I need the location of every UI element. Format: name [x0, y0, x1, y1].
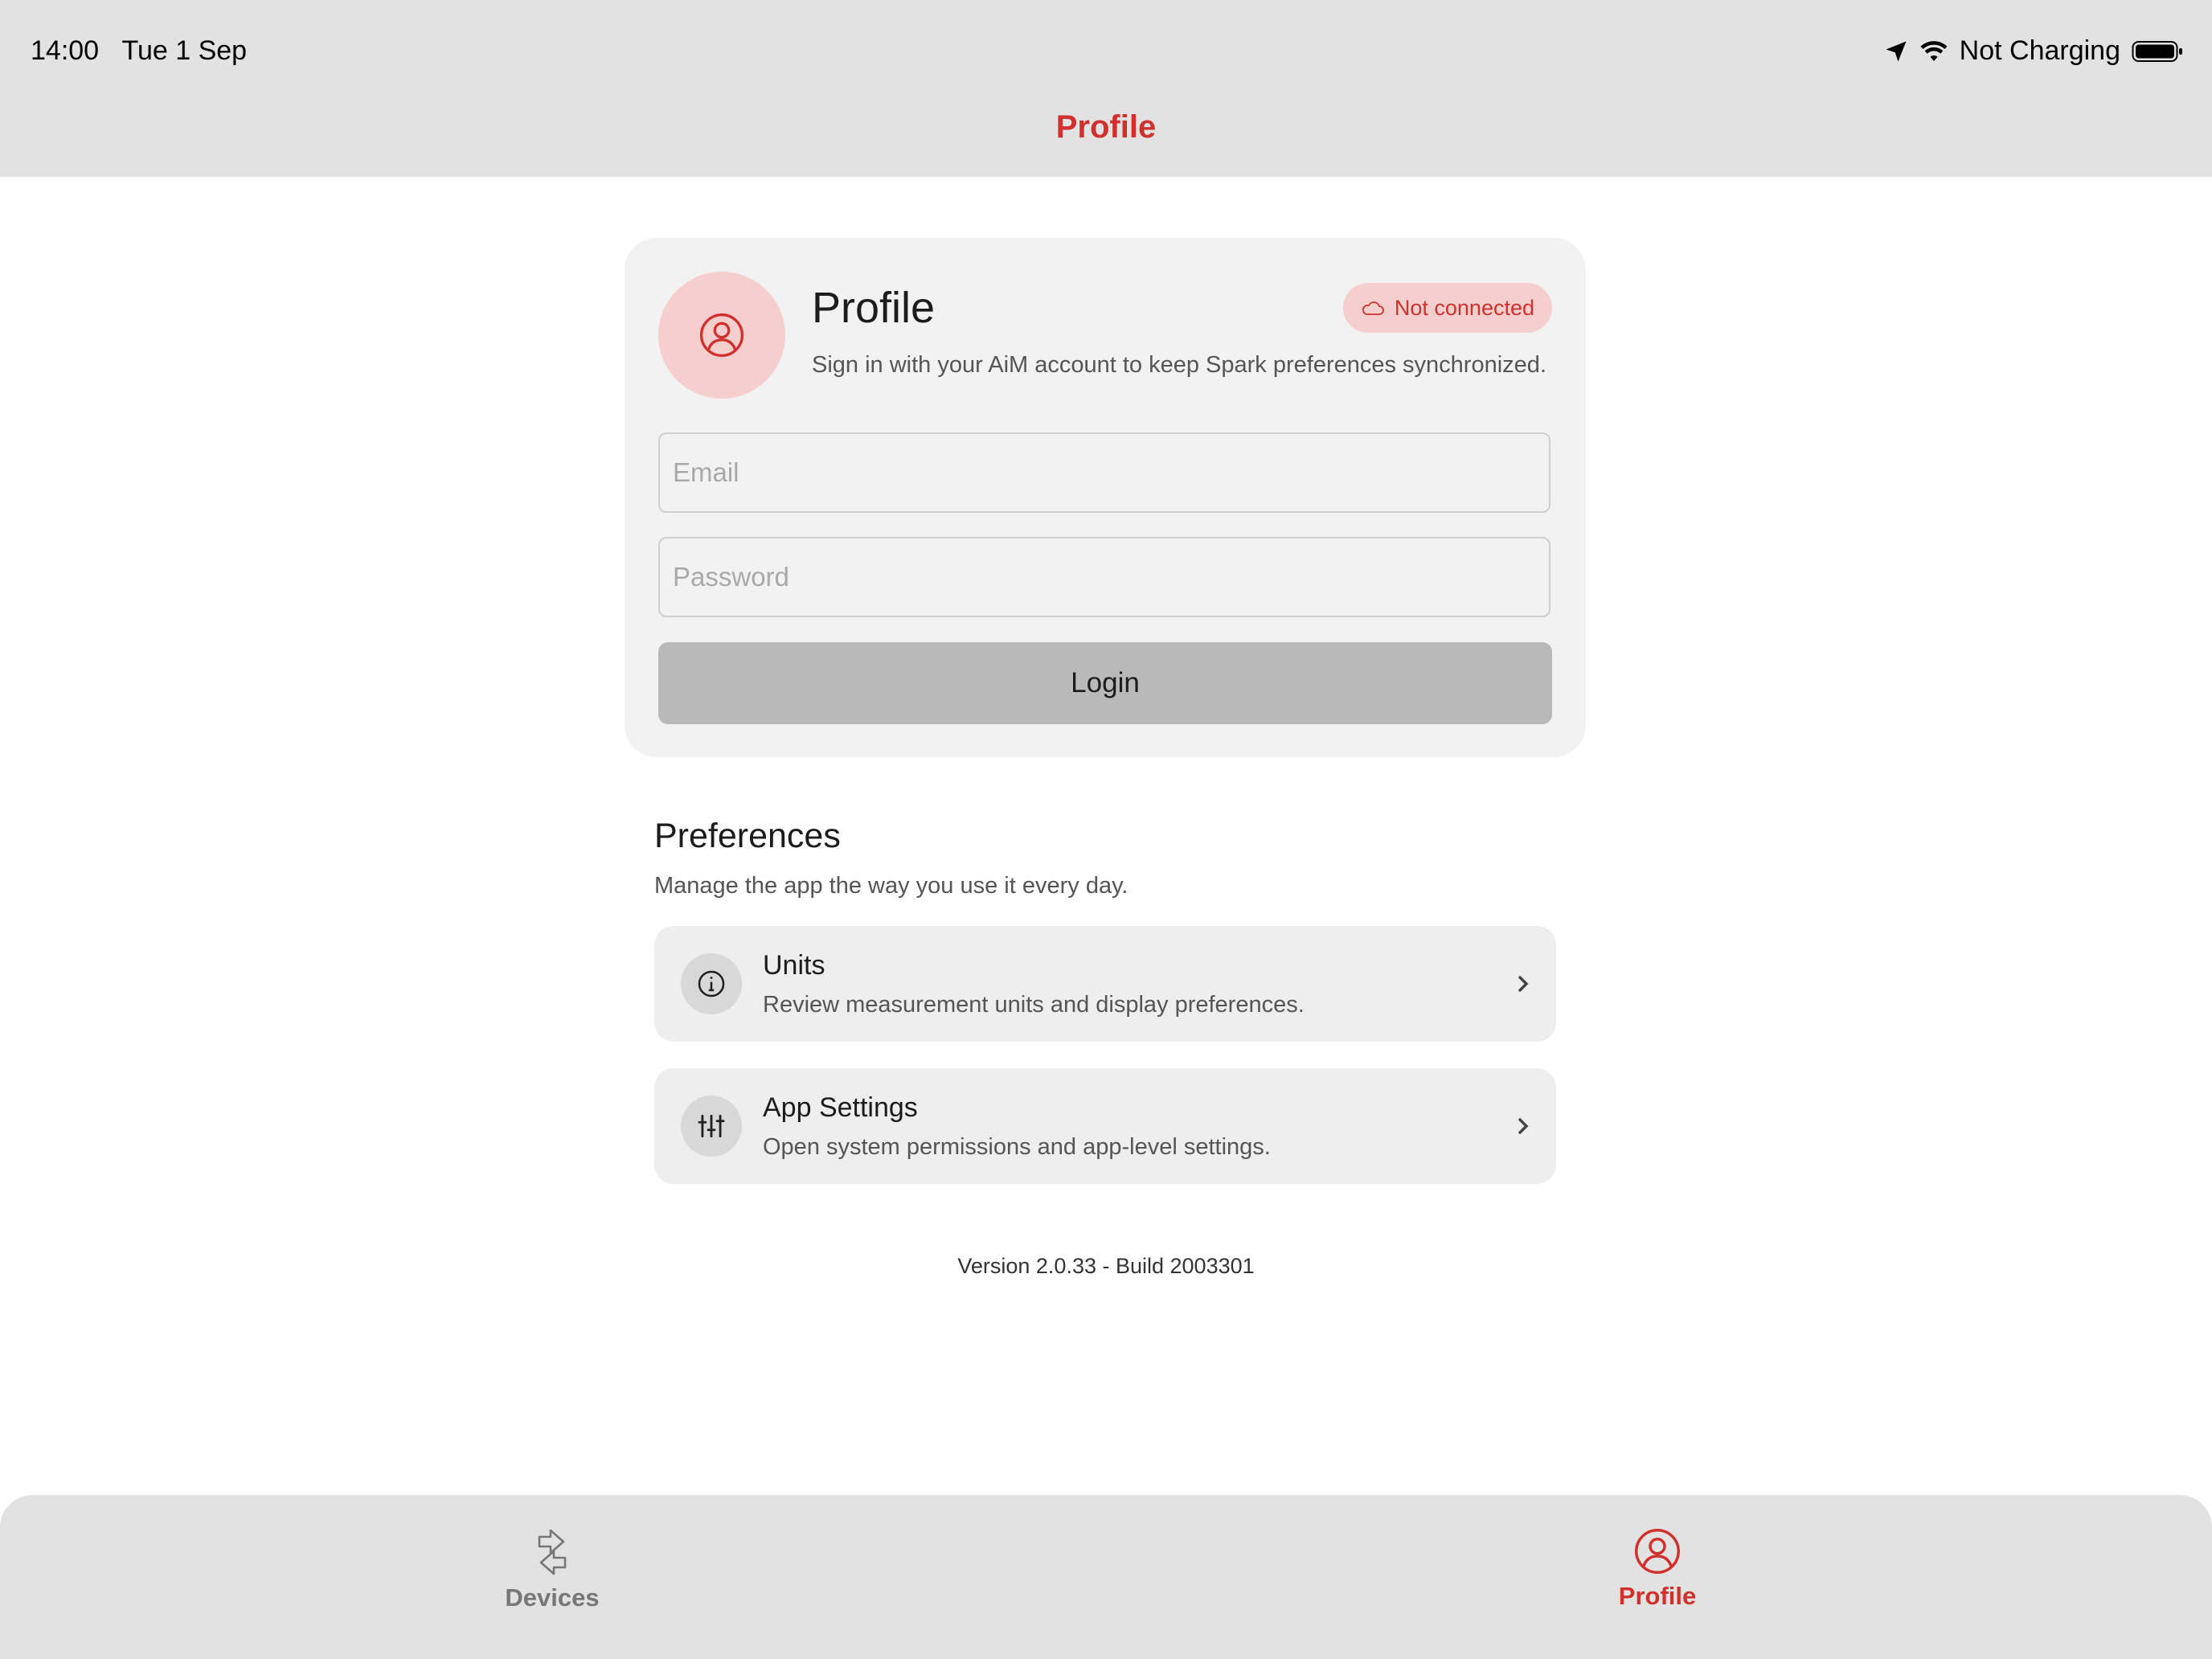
- tab-label: Devices: [505, 1583, 600, 1612]
- user-circle-icon: [699, 313, 744, 358]
- preference-row-subtitle: Open system permissions and app-level se…: [763, 1134, 1271, 1160]
- email-field[interactable]: [658, 432, 1550, 513]
- location-arrow-icon: [1886, 41, 1907, 61]
- chevron-right-icon: [1518, 976, 1529, 992]
- chevron-right-icon: [1518, 1118, 1529, 1134]
- login-button[interactable]: Login: [658, 642, 1552, 724]
- connection-status-badge: Not connected: [1342, 283, 1552, 333]
- profile-card-title: Profile: [812, 284, 936, 332]
- battery-status-text: Not Charging: [1959, 35, 2120, 66]
- status-indicators: Not Charging: [1884, 35, 2183, 67]
- status-bar: 14:00 Tue 1 Sep Not Charging Profile: [0, 0, 2212, 177]
- preference-row-title: Units: [763, 950, 825, 981]
- info-icon-badge: [681, 953, 742, 1014]
- app-version: Version 2.0.33 - Build 2003301: [957, 1254, 1255, 1278]
- preferences-subtitle: Manage the app the way you use it every …: [654, 873, 1129, 899]
- preference-row-title: App Settings: [763, 1092, 918, 1123]
- info-icon: [698, 970, 725, 997]
- sliders-icon-badge: [681, 1096, 742, 1157]
- tab-bar: Devices Profile: [0, 1495, 2212, 1659]
- tab-devices[interactable]: Devices: [432, 1527, 673, 1612]
- status-time: 14:00: [31, 35, 100, 66]
- battery-icon: [2132, 40, 2182, 62]
- page-title: Profile: [1055, 109, 1157, 145]
- preference-row-app-settings[interactable]: App Settings Open system permissions and…: [654, 1068, 1556, 1184]
- avatar: [658, 272, 785, 399]
- preference-row-units[interactable]: Units Review measurement units and displ…: [654, 926, 1556, 1042]
- profile-card: Profile Not connected Sign in with your …: [625, 238, 1586, 757]
- status-time-date: 14:00 Tue 1 Sep: [31, 35, 247, 67]
- status-date: Tue 1 Sep: [121, 35, 248, 66]
- password-field[interactable]: [658, 537, 1550, 617]
- wifi-icon: [1920, 40, 1948, 61]
- profile-card-subtitle: Sign in with your AiM account to keep Sp…: [812, 352, 1546, 378]
- preference-row-subtitle: Review measurement units and display pre…: [763, 992, 1305, 1018]
- tab-label: Profile: [1618, 1582, 1697, 1610]
- sliders-icon: [698, 1114, 725, 1138]
- tab-profile[interactable]: Profile: [1537, 1527, 1778, 1611]
- preferences-title: Preferences: [654, 817, 841, 855]
- cloud-icon: [1362, 301, 1384, 315]
- transfer-arrows-icon: [538, 1529, 567, 1575]
- user-circle-icon: [1635, 1529, 1680, 1574]
- connection-status-text: Not connected: [1394, 295, 1534, 320]
